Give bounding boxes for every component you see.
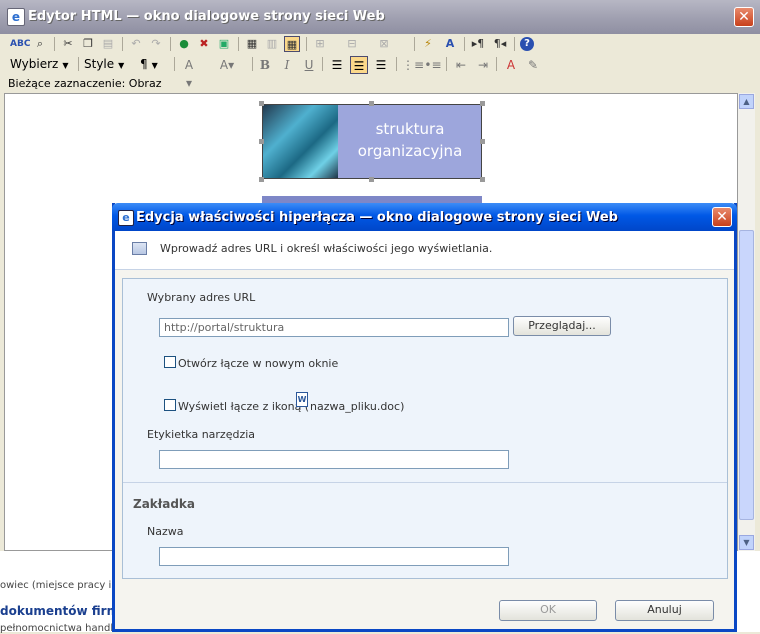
url-section-label: Wybrany adres URL [147,291,256,304]
url-input[interactable] [159,318,509,337]
insert-table-icon[interactable]: ▦ [244,36,260,52]
current-selection-status: Bieżące zaznaczenie: Obraz [8,77,162,90]
background-heading: dokumentów firmo [0,604,128,618]
paragraph-icon: ¶ [140,57,148,71]
open-new-window-label: Otwórz łącze w nowym oknie [178,357,339,370]
show-icon-label: Wyświetl łącze z ikoną ( [178,400,310,413]
insert-hyperlink-icon[interactable]: ● [176,36,192,52]
ie-page-icon: e [7,8,25,26]
table-properties-icon[interactable]: ▥ [264,36,280,52]
align-center-icon[interactable]: ☰ [350,56,368,74]
form-icon [132,242,147,255]
image-caption-line-2: organizacyjna [357,142,463,160]
paragraph-dropdown[interactable]: ¶ ▼ [140,57,158,71]
cancel-button[interactable]: Anuluj [615,600,714,621]
copy-icon[interactable]: ❐ [80,36,96,52]
dialog-close-button[interactable]: ✕ [712,207,732,227]
chevron-down-icon: ▼ [62,61,69,70]
chevron-down-icon: ▼ [118,61,125,70]
scroll-up-icon[interactable]: ▲ [739,94,754,109]
ok-button[interactable]: OK [499,600,597,621]
bookmark-heading: Zakładka [133,497,195,511]
remove-hyperlink-icon[interactable]: ✖ [196,36,212,52]
dialog-instruction-header: Wprowadź adres URL i określ właściwości … [115,231,734,270]
name-label: Nazwa [147,525,184,538]
numbered-list-icon[interactable]: ⋮≡ [402,56,424,74]
text-color-icon[interactable]: A [502,56,520,74]
image-caption: struktura organizacyjna [338,118,482,162]
resize-handle[interactable] [369,177,374,182]
font-size-icon[interactable]: A [442,36,458,52]
paste-icon[interactable]: ▤ [100,36,116,52]
find-replace-icon[interactable]: ⌕ [32,36,48,52]
background-text-line: owiec (miejsce pracy ino [0,580,124,591]
font-size-dropdown-icon[interactable]: A▾ [218,56,236,74]
style-dropdown[interactable]: Style ▼ [84,57,124,71]
bullet-list-icon[interactable]: •≡ [424,56,442,74]
name-input[interactable] [159,547,509,566]
increase-indent-icon[interactable]: ⇥ [474,56,492,74]
font-dropdown-icon[interactable]: A ▾ [180,56,198,90]
scroll-down-icon[interactable]: ▼ [739,535,754,550]
insert-image-icon[interactable]: ▣ [216,36,232,52]
rtl-direction-icon[interactable]: ¶◂ [492,36,508,52]
cut-icon[interactable]: ✂ [60,36,76,52]
ie-page-icon: e [118,210,134,226]
show-icon-filename: nazwa_pliku.doc) [310,400,405,413]
resize-handle[interactable] [480,101,485,106]
align-left-icon[interactable]: ☰ [328,56,346,74]
bold-icon[interactable]: B [256,56,274,74]
dialog-instruction: Wprowadź adres URL i określ właściwości … [160,242,493,255]
dialog-title-bar: e Edycja właściwości hiperłącza — okno d… [112,203,737,231]
edit-source-icon[interactable]: ⚡ [420,36,436,52]
highlight-color-icon[interactable]: ✎ [524,56,542,74]
delete-cells-icon[interactable]: ⊠ [376,36,392,52]
select-dropdown-label: Wybierz [10,57,59,71]
section-divider [123,482,727,483]
select-dropdown[interactable]: Wybierz ▼ [10,57,68,71]
outer-window-title: Edytor HTML — okno dialogowe strony siec… [28,9,385,24]
browse-button[interactable]: Przeglądaj... [513,316,611,336]
undo-icon[interactable]: ↶ [128,36,144,52]
show-icon-checkbox[interactable] [164,399,176,411]
style-dropdown-label: Style [84,57,115,71]
word-doc-icon: W [296,392,308,407]
image-caption-line-1: struktura [375,120,445,138]
resize-handle[interactable] [480,139,485,144]
resize-handle[interactable] [259,139,264,144]
insert-rows-icon[interactable]: ⊞ [312,36,328,52]
outer-title-bar: e Edytor HTML — okno dialogowe strony si… [0,0,760,34]
decrease-indent-icon[interactable]: ⇤ [452,56,470,74]
help-icon[interactable]: ? [520,37,534,51]
editor-toolbar-row-1: ABC ⌕ ✂ ❐ ▤ ↶ ↷ ● ✖ ▣ ▦ ▥ ▦ ⊞ ⊟ ⊠ ⚡ A ▸¶… [4,34,756,54]
ltr-direction-icon[interactable]: ▸¶ [470,36,486,52]
table-grid-icon[interactable]: ▦ [284,36,300,52]
insert-columns-icon[interactable]: ⊟ [344,36,360,52]
tooltip-input[interactable] [159,450,509,469]
italic-icon[interactable]: I [278,56,296,74]
image-photo [263,105,338,178]
dialog-title: Edycja właściwości hiperłącza — okno dia… [136,210,618,225]
tooltip-label: Etykietka narzędzia [147,428,256,441]
resize-handle[interactable] [369,101,374,106]
scrollbar-thumb[interactable] [739,230,754,520]
resize-handle[interactable] [259,177,264,182]
chevron-down-icon: ▼ [151,61,158,70]
open-new-window-checkbox[interactable] [164,356,176,368]
background-text-line: pełnomocnictwa handlo [0,623,120,634]
resize-handle[interactable] [259,101,264,106]
outer-close-button[interactable]: ✕ [734,7,754,27]
resize-handle[interactable] [480,177,485,182]
redo-icon[interactable]: ↷ [148,36,164,52]
editor-toolbar-row-2: Wybierz ▼ Style ▼ ¶ ▼ A ▾ A▾ B I U ☰ ☰ ☰ ⋮≡… [4,54,756,90]
underline-icon[interactable]: U [300,56,318,74]
spell-check-icon[interactable]: ABC [10,36,30,52]
align-right-icon[interactable]: ☰ [372,56,390,74]
